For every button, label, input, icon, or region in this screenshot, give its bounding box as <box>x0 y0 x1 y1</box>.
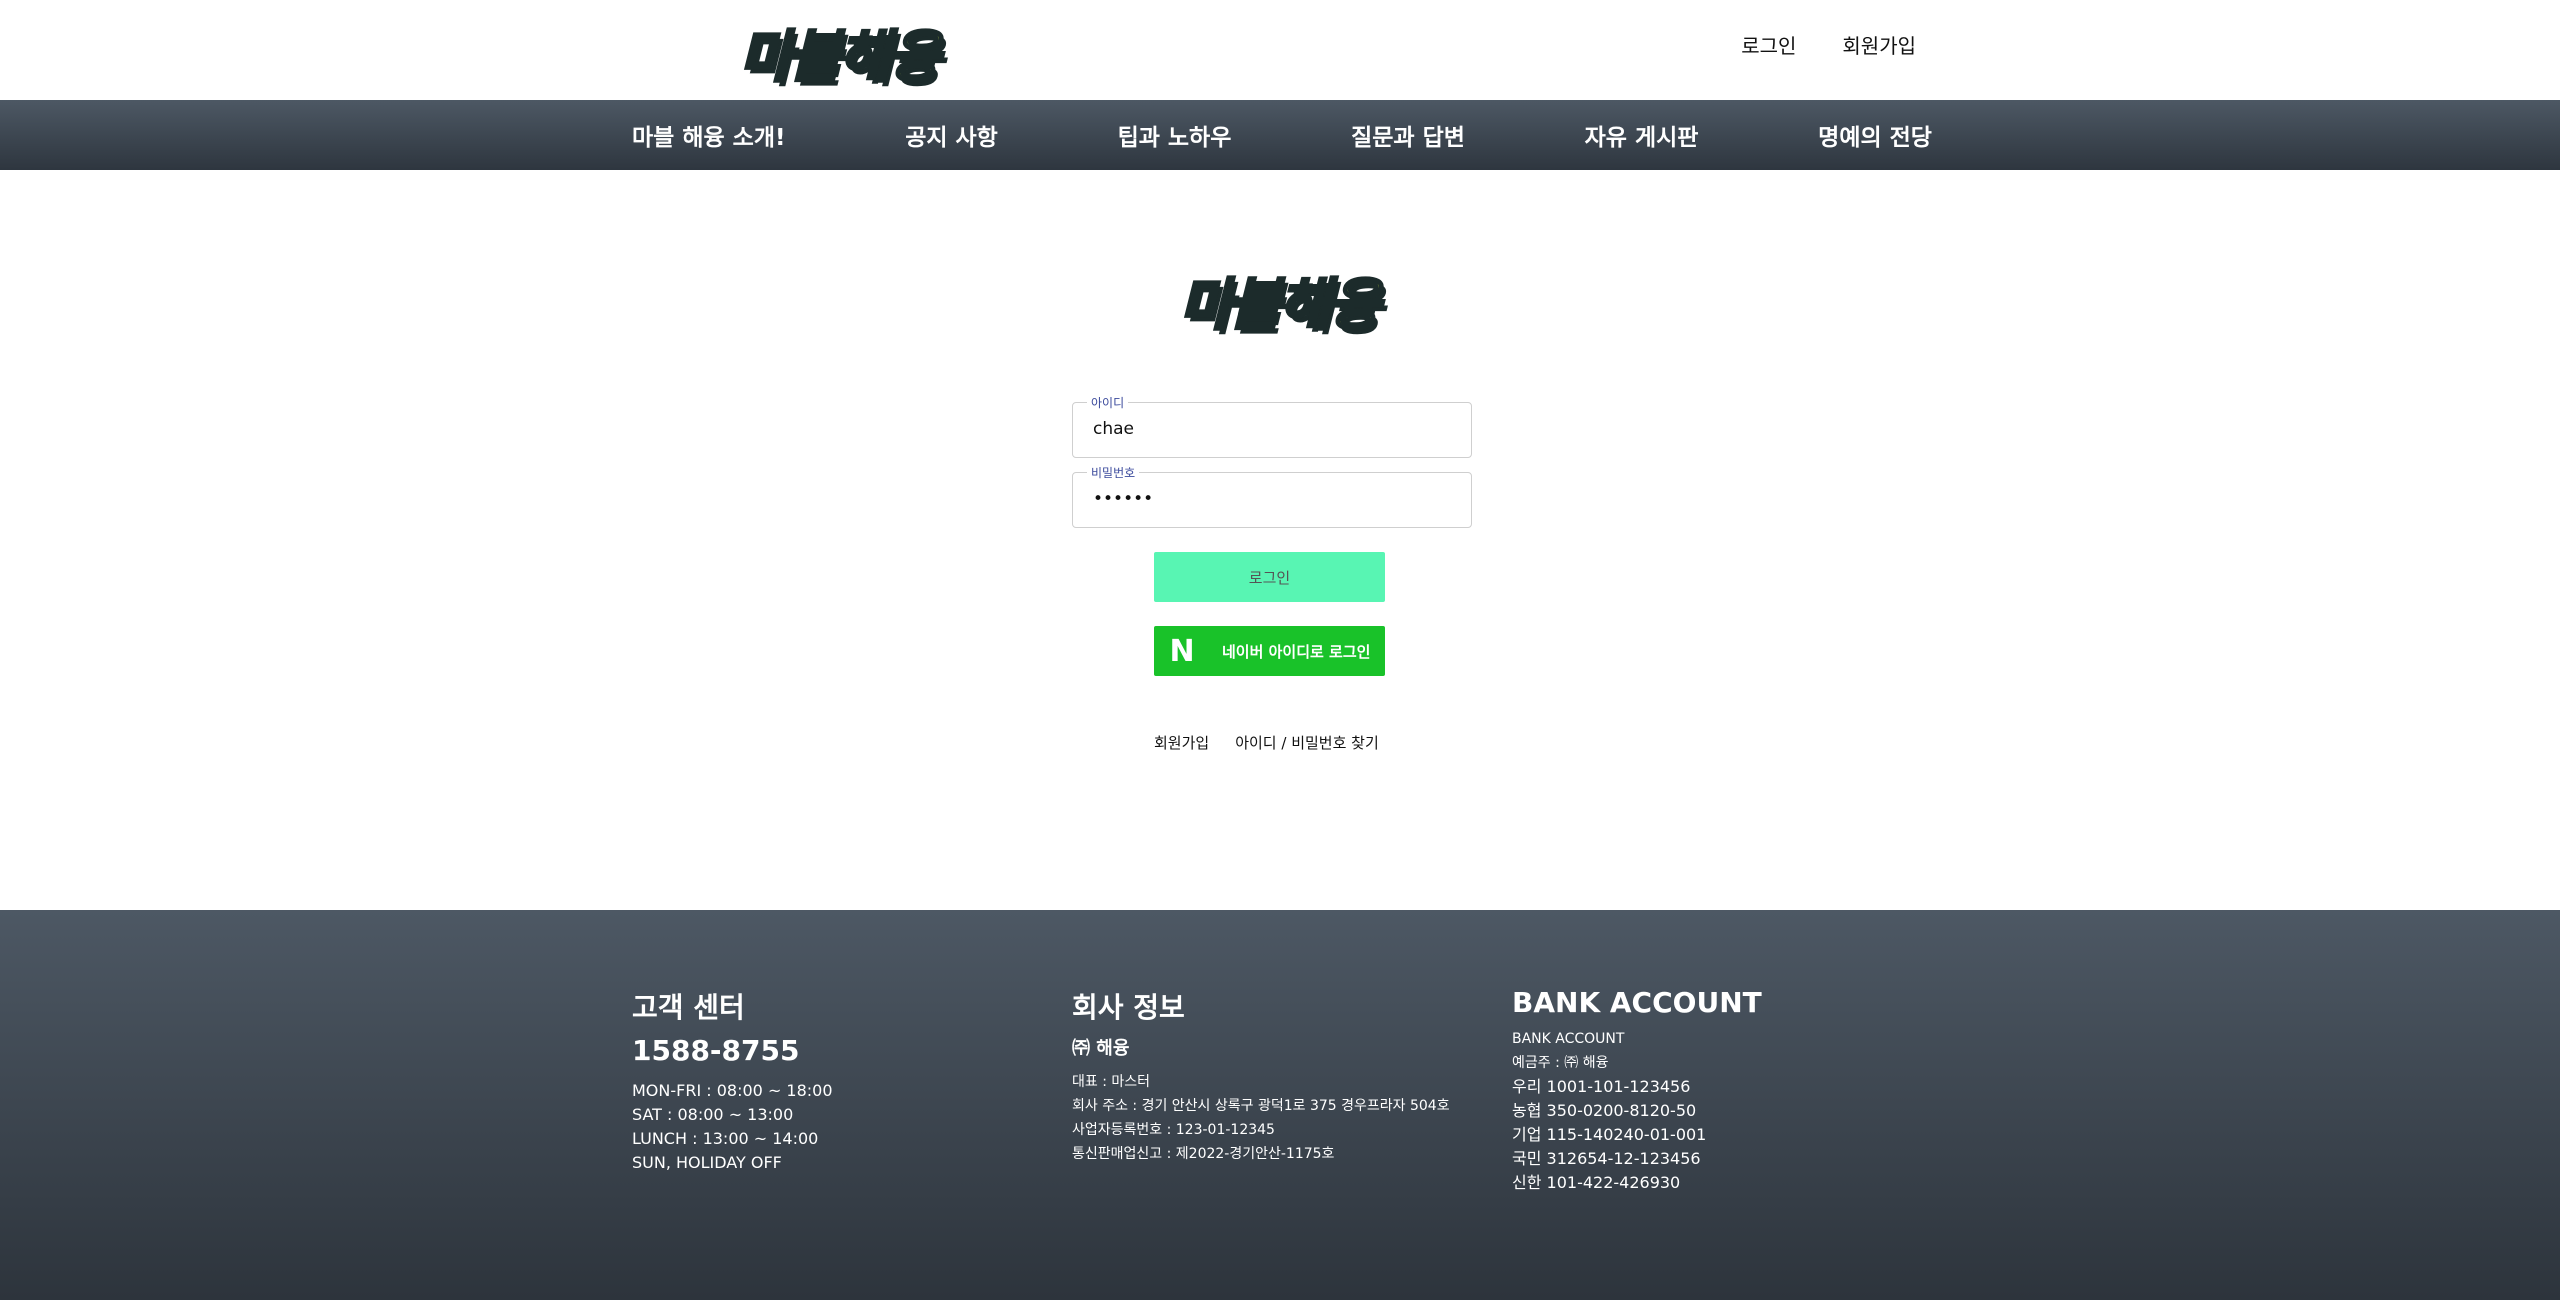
main-nav: 마블 해융 소개! 공지 사항 팁과 노하우 질문과 답변 자유 게시판 명예의… <box>0 100 2560 170</box>
customer-center-title: 고객 센터 <box>632 991 745 1024</box>
nav-item-hall-of-fame[interactable]: 명예의 전당 <box>1818 118 1932 152</box>
bank-account-subtitle: BANK ACCOUNT <box>1512 1031 1625 1047</box>
footer-customer-center: 고객 센터 1588-8755 MON-FRI : 08:00 ~ 18:00 … <box>632 986 833 1175</box>
hours-line: MON-FRI : 08:00 ~ 18:00 <box>632 1081 833 1100</box>
nav-item-free-board[interactable]: 자유 게시판 <box>1585 118 1699 152</box>
login-logo: 마블해융 <box>1178 260 1382 341</box>
company-line: 통신판매업신고 : 제2022-경기안산-1175호 <box>1072 1146 1335 1162</box>
hours-line: SUN, HOLIDAY OFF <box>632 1153 782 1172</box>
password-field-label: 비밀번호 <box>1087 464 1140 481</box>
login-button[interactable]: 로그인 <box>1154 552 1385 602</box>
bank-line: 신한 101-422-426930 <box>1512 1173 1681 1192</box>
find-account-link[interactable]: 아이디 / 비밀번호 찾기 <box>1235 732 1379 753</box>
footer-company-info: 회사 정보 ㈜ 해융 대표 : 마스터 회사 주소 : 경기 안산시 상록구 광… <box>1072 986 1450 1166</box>
login-section: 마블해융 아이디 chae 비밀번호 •••••• 로그인 N 네이버 아이디로… <box>0 170 2560 910</box>
footer: 고객 센터 1588-8755 MON-FRI : 08:00 ~ 18:00 … <box>0 910 2560 1300</box>
login-logo-part1: 마블 <box>1178 272 1282 340</box>
id-input[interactable]: chae <box>1093 419 1453 439</box>
company-info-title: 회사 정보 <box>1072 991 1185 1024</box>
bank-line: 기업 115-140240-01-001 <box>1512 1125 1707 1144</box>
nav-item-qna[interactable]: 질문과 답변 <box>1351 118 1465 152</box>
header-login-link[interactable]: 로그인 <box>1741 30 1796 59</box>
company-line: 대표 : 마스터 <box>1072 1074 1151 1090</box>
naver-login-label: 네이버 아이디로 로그인 <box>1222 643 1371 661</box>
bank-line: 국민 312654-12-123456 <box>1512 1149 1701 1168</box>
bank-account-title: BANK ACCOUNT <box>1512 986 1762 1019</box>
company-line: 사업자등록번호 : 123-01-12345 <box>1072 1122 1275 1138</box>
top-links: 로그인 회원가입 <box>1741 30 1916 59</box>
top-header: 마블해융 로그인 회원가입 <box>0 0 2560 100</box>
password-input[interactable]: •••••• <box>1093 489 1453 509</box>
login-bottom-links: 회원가입 아이디 / 비밀번호 찾기 <box>1154 732 1379 753</box>
naver-login-button[interactable]: N 네이버 아이디로 로그인 <box>1154 626 1385 676</box>
nav-items: 마블 해융 소개! 공지 사항 팁과 노하우 질문과 답변 자유 게시판 명예의… <box>632 100 1932 170</box>
bank-line: 예금주 : ㈜ 해융 <box>1512 1055 1609 1071</box>
company-name: ㈜ 해융 <box>1072 1038 1130 1059</box>
password-field[interactable]: 비밀번호 •••••• <box>1072 464 1472 528</box>
nav-item-notice[interactable]: 공지 사항 <box>905 118 998 152</box>
footer-bank-account: BANK ACCOUNT BANK ACCOUNT 예금주 : ㈜ 해융 우리 … <box>1512 986 1762 1195</box>
nav-item-intro[interactable]: 마블 해융 소개! <box>632 118 785 152</box>
naver-n-icon: N <box>1169 633 1195 669</box>
logo-text-part1: 마블 <box>738 24 842 92</box>
bank-line: 농협 350-0200-8120-50 <box>1512 1101 1697 1120</box>
header-signup-link[interactable]: 회원가입 <box>1842 30 1916 59</box>
site-logo[interactable]: 마블해융 <box>738 12 942 93</box>
login-logo-part2: 해융 <box>1278 272 1382 340</box>
nav-item-tips[interactable]: 팁과 노하우 <box>1118 118 1232 152</box>
hours-line: LUNCH : 13:00 ~ 14:00 <box>632 1129 819 1148</box>
bank-line: 우리 1001-101-123456 <box>1512 1077 1691 1096</box>
id-field-label: 아이디 <box>1087 394 1129 411</box>
customer-center-phone: 1588-8755 <box>632 1034 800 1067</box>
signup-link[interactable]: 회원가입 <box>1154 732 1209 753</box>
logo-text-part2: 해융 <box>838 24 942 92</box>
id-field[interactable]: 아이디 chae <box>1072 394 1472 458</box>
company-line: 회사 주소 : 경기 안산시 상록구 광덕1로 375 경우프라자 504호 <box>1072 1098 1450 1114</box>
hours-line: SAT : 08:00 ~ 13:00 <box>632 1105 794 1124</box>
